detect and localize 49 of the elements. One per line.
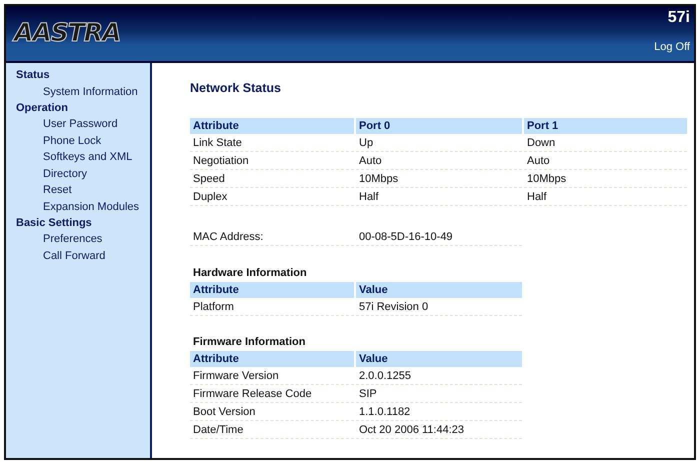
sidebar-section-heading: Basic Settings xyxy=(16,216,93,231)
table-cell: Date/Time xyxy=(190,421,354,439)
column-header: Attribute xyxy=(190,282,354,298)
table-cell: Auto xyxy=(524,152,687,170)
table-cell: Down xyxy=(524,134,687,152)
sidebar-link[interactable]: System Information xyxy=(16,84,150,100)
column-header: Port 1 xyxy=(524,118,687,134)
column-header: Port 0 xyxy=(356,118,522,134)
table-cell: Up xyxy=(356,134,522,152)
table-cell: 57i Revision 0 xyxy=(356,298,522,316)
model-name: 57i xyxy=(668,9,690,27)
sidebar-link[interactable]: Directory xyxy=(16,166,150,182)
sidebar-link[interactable]: Preferences xyxy=(16,231,150,248)
mac-value: 00-08-5D-16-10-49 xyxy=(356,228,522,246)
table-cell: 2.0.0.1255 xyxy=(356,367,522,385)
page-title: Network Status xyxy=(190,80,282,98)
table-cell: Negotiation xyxy=(190,152,354,170)
column-header: Attribute xyxy=(190,351,354,367)
table-cell: Half xyxy=(524,188,687,206)
table-cell: 10Mbps xyxy=(524,170,687,188)
table-cell: Link State xyxy=(190,134,354,152)
table-cell: Oct 20 2006 11:44:23 xyxy=(356,421,522,439)
table-cell: Platform xyxy=(190,298,354,316)
sidebar-link[interactable]: User Password xyxy=(16,116,150,133)
sidebar-link[interactable]: Phone Lock xyxy=(16,132,150,150)
section-title: Firmware Information xyxy=(193,335,306,349)
table-cell: Speed xyxy=(190,170,354,188)
column-header: Attribute xyxy=(190,118,354,134)
sidebar-link[interactable]: Softkeys and XML xyxy=(16,149,150,166)
logoff-link[interactable]: Log Off xyxy=(654,38,690,56)
table-cell: Duplex xyxy=(190,188,354,206)
section-title: Hardware Information xyxy=(193,266,308,280)
mac-label: MAC Address: xyxy=(190,228,354,246)
sidebar-section-heading: Operation xyxy=(16,101,69,116)
column-header: Value xyxy=(356,282,522,298)
sidebar-link[interactable]: Call Forward xyxy=(16,248,150,264)
table-cell: 10Mbps xyxy=(356,170,522,188)
table-cell: Boot Version xyxy=(190,403,354,421)
table-cell: SIP xyxy=(356,385,522,403)
table-cell: Half xyxy=(356,188,522,206)
sidebar-section-heading: Status xyxy=(16,68,51,84)
brand-logo: AASTRA xyxy=(14,20,120,45)
table-cell: Auto xyxy=(356,152,522,170)
sidebar-link[interactable]: Expansion Modules xyxy=(16,198,150,215)
table-cell: Firmware Version xyxy=(190,367,354,385)
table-cell: Firmware Release Code xyxy=(190,385,354,403)
sidebar-link[interactable]: Reset xyxy=(16,182,150,198)
table-cell: 1.1.0.1182 xyxy=(356,403,522,421)
column-header: Value xyxy=(356,351,522,367)
